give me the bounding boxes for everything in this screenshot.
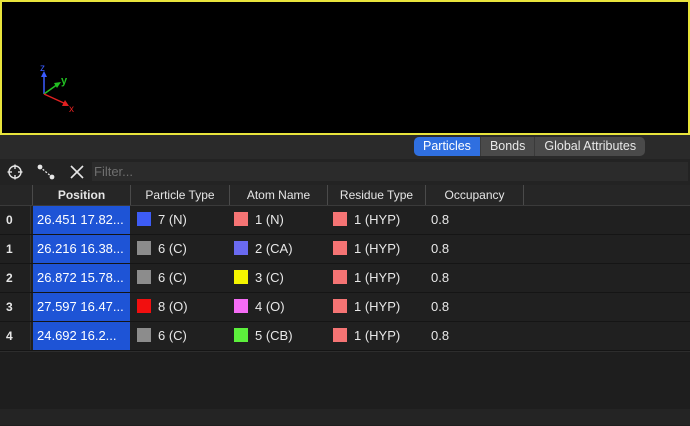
residue-type-label: 1 (HYP) <box>354 241 401 256</box>
atom-name-label: 5 (CB) <box>255 328 293 343</box>
occupancy-cell[interactable]: 0.8 <box>431 206 449 234</box>
column-header-residue-type[interactable]: Residue Type <box>328 185 426 205</box>
atom-name-label: 2 (CA) <box>255 241 293 256</box>
atom-name-cell[interactable]: 2 (CA) <box>234 235 293 263</box>
segmented-tabs: Particles Bonds Global Attributes <box>414 137 646 156</box>
color-swatch <box>137 328 151 342</box>
atom-name-label: 3 (C) <box>255 270 284 285</box>
position-cell[interactable]: 26.216 16.38... <box>33 235 130 263</box>
particle-type-label: 6 (C) <box>158 270 187 285</box>
occupancy-cell[interactable]: 0.8 <box>431 322 449 350</box>
tab-bar: Particles Bonds Global Attributes <box>0 135 690 159</box>
status-strip <box>0 409 690 425</box>
position-cell[interactable]: 24.692 16.2... <box>33 322 130 350</box>
residue-type-cell[interactable]: 1 (HYP) <box>333 322 400 350</box>
color-swatch <box>234 212 248 226</box>
color-swatch <box>234 299 248 313</box>
table-row[interactable]: 1 26.216 16.38... 6 (C) 2 (CA) 1 (HYP) 0… <box>0 235 690 264</box>
particle-type-cell[interactable]: 6 (C) <box>137 264 187 292</box>
color-swatch <box>333 299 347 313</box>
row-index[interactable]: 3 <box>0 293 31 321</box>
particle-type-cell[interactable]: 6 (C) <box>137 235 187 263</box>
residue-type-cell[interactable]: 1 (HYP) <box>333 264 400 292</box>
table-row[interactable]: 2 26.872 15.78... 6 (C) 3 (C) 1 (HYP) 0.… <box>0 264 690 293</box>
x-axis-label: x <box>69 104 74 115</box>
atom-name-cell[interactable]: 4 (O) <box>234 293 285 321</box>
tab-particles[interactable]: Particles <box>414 137 480 156</box>
residue-type-cell[interactable]: 1 (HYP) <box>333 235 400 263</box>
particle-type-cell[interactable]: 6 (C) <box>137 322 187 350</box>
color-swatch <box>333 212 347 226</box>
color-swatch <box>137 212 151 226</box>
column-header-atom-name[interactable]: Atom Name <box>230 185 328 205</box>
tab-global-attributes[interactable]: Global Attributes <box>534 137 645 156</box>
atom-name-cell[interactable]: 5 (CB) <box>234 322 293 350</box>
z-axis-label: z <box>40 63 45 74</box>
particle-type-label: 6 (C) <box>158 328 187 343</box>
particle-type-cell[interactable]: 8 (O) <box>137 293 188 321</box>
particles-table: Position Particle Type Atom Name Residue… <box>0 185 690 351</box>
position-cell[interactable]: 26.872 15.78... <box>33 264 130 292</box>
row-index[interactable]: 4 <box>0 322 31 350</box>
position-cell[interactable]: 26.451 17.82... <box>33 206 130 234</box>
axis-tripod: z y x <box>32 60 82 116</box>
residue-type-label: 1 (HYP) <box>354 270 401 285</box>
table-header: Position Particle Type Atom Name Residue… <box>0 185 690 206</box>
color-swatch <box>137 270 151 284</box>
close-icon[interactable] <box>67 162 87 182</box>
color-swatch <box>333 270 347 284</box>
residue-type-cell[interactable]: 1 (HYP) <box>333 206 400 234</box>
row-index[interactable]: 2 <box>0 264 31 292</box>
header-corner <box>0 185 33 205</box>
particle-type-label: 7 (N) <box>158 212 187 227</box>
y-axis-label: y <box>61 75 68 87</box>
atom-name-label: 4 (O) <box>255 299 285 314</box>
atom-name-cell[interactable]: 1 (N) <box>234 206 284 234</box>
tab-bonds[interactable]: Bonds <box>479 137 534 156</box>
crosshair-icon[interactable] <box>5 162 25 182</box>
color-swatch <box>333 241 347 255</box>
viewport-3d[interactable]: z y x <box>0 0 690 135</box>
table-row[interactable]: 4 24.692 16.2... 6 (C) 5 (CB) 1 (HYP) 0.… <box>0 322 690 351</box>
filter-input[interactable] <box>92 162 688 181</box>
particle-type-label: 8 (O) <box>158 299 188 314</box>
residue-type-cell[interactable]: 1 (HYP) <box>333 293 400 321</box>
occupancy-cell[interactable]: 0.8 <box>431 293 449 321</box>
color-swatch <box>137 241 151 255</box>
y-axis-arrow <box>54 82 61 88</box>
column-header-occupancy[interactable]: Occupancy <box>426 185 524 205</box>
residue-type-label: 1 (HYP) <box>354 299 401 314</box>
row-index[interactable]: 0 <box>0 206 31 234</box>
position-cell[interactable]: 27.597 16.47... <box>33 293 130 321</box>
color-swatch <box>234 270 248 284</box>
occupancy-cell[interactable]: 0.8 <box>431 264 449 292</box>
row-index[interactable]: 1 <box>0 235 31 263</box>
color-swatch <box>333 328 347 342</box>
column-header-particle-type[interactable]: Particle Type <box>131 185 230 205</box>
residue-type-label: 1 (HYP) <box>354 328 401 343</box>
bond-pick-icon[interactable] <box>36 162 56 182</box>
residue-type-label: 1 (HYP) <box>354 212 401 227</box>
inspector-toolbar <box>0 159 690 185</box>
color-swatch <box>234 241 248 255</box>
atom-name-label: 1 (N) <box>255 212 284 227</box>
particle-type-label: 6 (C) <box>158 241 187 256</box>
color-swatch <box>137 299 151 313</box>
color-swatch <box>234 328 248 342</box>
x-axis-line <box>43 93 67 105</box>
column-header-position[interactable]: Position <box>33 185 131 205</box>
occupancy-cell[interactable]: 0.8 <box>431 235 449 263</box>
table-row[interactable]: 3 27.597 16.47... 8 (O) 4 (O) 1 (HYP) 0.… <box>0 293 690 322</box>
atom-name-cell[interactable]: 3 (C) <box>234 264 284 292</box>
particle-type-cell[interactable]: 7 (N) <box>137 206 187 234</box>
table-row[interactable]: 0 26.451 17.82... 7 (N) 1 (N) 1 (HYP) 0.… <box>0 206 690 235</box>
